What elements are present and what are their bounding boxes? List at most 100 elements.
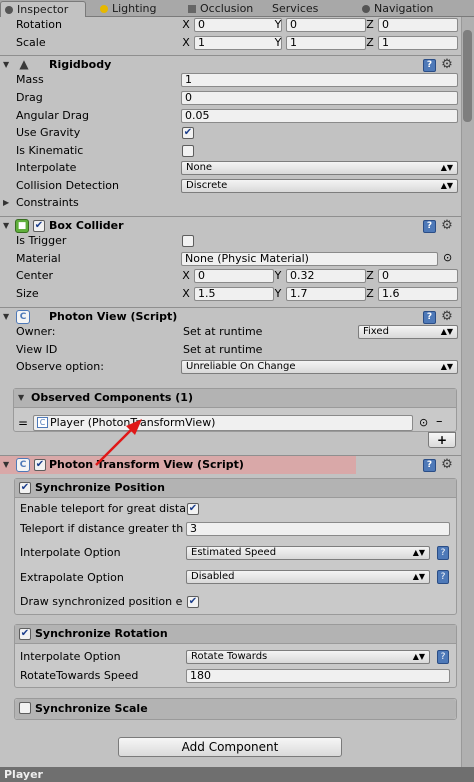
- axis-y: Y: [274, 18, 282, 31]
- center-x-field[interactable]: 0: [194, 269, 274, 283]
- observed-components-title: Observed Components (1): [31, 391, 193, 404]
- scale-x-field[interactable]: 1: [194, 36, 282, 50]
- angular-drag-field[interactable]: 0.05: [181, 109, 458, 123]
- navigation-icon: [362, 5, 370, 13]
- center-y-field[interactable]: 0.32: [286, 269, 366, 283]
- size-y-field[interactable]: 1.7: [286, 287, 366, 301]
- help-icon[interactable]: ?: [437, 546, 449, 560]
- use-gravity-checkbox[interactable]: ✔: [182, 127, 194, 139]
- drag-field[interactable]: 0: [181, 91, 458, 105]
- object-picker-icon[interactable]: ⊙: [443, 251, 452, 264]
- position-extrapolate-label: Extrapolate Option: [20, 571, 124, 584]
- rotation-z-field[interactable]: 0: [378, 18, 458, 32]
- box-collider-header[interactable]: ▼ ■ ✔ Box Collider ? ⚙: [0, 216, 461, 234]
- tab-services[interactable]: Services: [268, 1, 328, 17]
- position-interpolate-dropdown[interactable]: Estimated Speed ▲▼: [186, 546, 430, 560]
- collision-detection-dropdown[interactable]: Discrete ▲▼: [181, 179, 458, 193]
- owner-dropdown[interactable]: Fixed ▲▼: [358, 325, 458, 339]
- tab-occlusion[interactable]: Occlusion: [184, 1, 264, 17]
- help-icon[interactable]: ?: [423, 59, 436, 72]
- help-icon[interactable]: ?: [423, 459, 436, 472]
- constraints-label[interactable]: Constraints: [16, 195, 79, 211]
- help-icon[interactable]: ?: [423, 311, 436, 324]
- drag-handle[interactable]: =: [18, 416, 28, 430]
- mass-field[interactable]: 1: [181, 73, 458, 87]
- axis-z: Z: [366, 287, 374, 300]
- script-icon: C: [37, 417, 48, 428]
- position-extrapolate-dropdown[interactable]: Disabled ▲▼: [186, 570, 430, 584]
- dropdown-arrow-icon: ▲▼: [412, 652, 425, 661]
- axis-x: X: [182, 36, 190, 49]
- fold-arrow-icon[interactable]: ▼: [3, 217, 9, 235]
- observed-components-header[interactable]: ▼ Observed Components (1): [14, 389, 456, 408]
- center-label: Center: [16, 269, 54, 282]
- rotation-interpolate-dropdown[interactable]: Rotate Towards ▲▼: [186, 650, 430, 664]
- add-observed-button[interactable]: +: [428, 432, 456, 448]
- axis-x: X: [182, 287, 190, 300]
- center-z-field[interactable]: 0: [378, 269, 458, 283]
- photon-transform-enabled-checkbox[interactable]: ✔: [34, 459, 46, 471]
- tab-lighting-label: Lighting: [112, 2, 157, 15]
- sync-rotation-checkbox[interactable]: ✔: [19, 628, 31, 640]
- photon-view-header[interactable]: ▼ C Photon View (Script) ? ⚙: [0, 307, 461, 325]
- help-icon[interactable]: ?: [437, 650, 449, 664]
- add-component-button[interactable]: Add Component: [118, 737, 342, 757]
- sync-position-checkbox[interactable]: ✔: [19, 482, 31, 494]
- lighting-icon: [100, 5, 108, 13]
- preview-footer[interactable]: Player: [0, 767, 474, 782]
- interpolate-label: Interpolate: [16, 161, 77, 174]
- occlusion-icon: [188, 5, 196, 13]
- rotation-y-field[interactable]: 0: [286, 18, 366, 32]
- position-extrapolate-value: Disabled: [191, 571, 235, 582]
- draw-position-label: Draw synchronized position e: [20, 595, 183, 608]
- rotate-towards-speed-field[interactable]: 180: [186, 669, 450, 683]
- remove-button[interactable]: –: [436, 414, 443, 429]
- tab-navigation-label: Navigation: [374, 2, 434, 15]
- gear-icon[interactable]: ⚙: [440, 219, 454, 233]
- scrollbar-thumb[interactable]: [463, 30, 472, 122]
- axis-z: Z: [366, 269, 374, 282]
- fold-arrow-icon[interactable]: ▼: [3, 456, 9, 474]
- help-icon[interactable]: ?: [423, 220, 436, 233]
- sync-scale-checkbox[interactable]: [19, 702, 31, 714]
- axis-z: Z: [366, 18, 374, 31]
- size-z-field[interactable]: 1.6: [378, 287, 458, 301]
- draw-position-checkbox[interactable]: ✔: [187, 596, 199, 608]
- scale-y-field[interactable]: 1: [286, 36, 366, 50]
- photon-transform-view-header[interactable]: ▼ C ✔ Photon Transform View (Script) ? ⚙: [0, 455, 461, 474]
- box-collider-enabled-checkbox[interactable]: ✔: [33, 220, 45, 232]
- is-trigger-checkbox[interactable]: [182, 235, 194, 247]
- object-picker-icon[interactable]: ⊙: [419, 416, 428, 429]
- material-field[interactable]: None (Physic Material): [181, 252, 438, 266]
- teleport-distance-field[interactable]: 3: [186, 522, 450, 536]
- is-trigger-label: Is Trigger: [16, 234, 67, 247]
- rotation-interpolate-label: Interpolate Option: [20, 650, 121, 663]
- gear-icon[interactable]: ⚙: [440, 310, 454, 324]
- teleport-enable-checkbox[interactable]: ✔: [187, 503, 199, 515]
- scale-label: Scale: [16, 36, 46, 49]
- fold-arrow-icon[interactable]: ▼: [18, 389, 24, 407]
- size-x-field[interactable]: 1.5: [194, 287, 274, 301]
- collision-detection-label: Collision Detection: [16, 179, 120, 192]
- scale-z-field[interactable]: 1: [378, 36, 458, 50]
- tab-navigation[interactable]: Navigation: [358, 1, 458, 17]
- gear-icon[interactable]: ⚙: [440, 58, 454, 72]
- sync-rotation-header: ✔ Synchronize Rotation: [15, 625, 456, 644]
- help-icon[interactable]: ?: [437, 570, 449, 584]
- position-interpolate-label: Interpolate Option: [20, 546, 121, 559]
- tab-lighting[interactable]: Lighting: [96, 1, 176, 17]
- dropdown-arrow-icon: ▲▼: [440, 362, 453, 371]
- is-kinematic-checkbox[interactable]: [182, 145, 194, 157]
- axis-z: Z: [366, 36, 374, 49]
- rigidbody-header[interactable]: ▼ ▲ Rigidbody ? ⚙: [0, 55, 461, 73]
- observe-option-dropdown[interactable]: Unreliable On Change ▲▼: [181, 360, 458, 374]
- fold-arrow-icon[interactable]: ▼: [3, 308, 9, 326]
- position-interpolate-value: Estimated Speed: [191, 547, 277, 558]
- constraints-fold-icon[interactable]: ▶: [3, 194, 9, 212]
- fold-arrow-icon[interactable]: ▼: [3, 56, 9, 74]
- interpolate-dropdown[interactable]: None ▲▼: [181, 161, 458, 175]
- gear-icon[interactable]: ⚙: [440, 458, 454, 472]
- tab-inspector[interactable]: Inspector: [0, 1, 86, 17]
- rotation-x-field[interactable]: 0: [194, 18, 282, 32]
- scrollbar-track[interactable]: [461, 17, 474, 767]
